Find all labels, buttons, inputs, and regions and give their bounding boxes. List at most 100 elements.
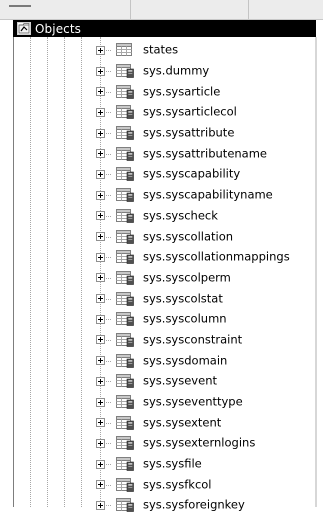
expand-icon[interactable] [96, 232, 105, 242]
expand-icon[interactable] [96, 459, 105, 469]
system-table-icon [116, 436, 134, 451]
tree-item[interactable]: sys.syscolperm [0, 268, 315, 289]
expand-icon[interactable] [96, 356, 105, 366]
expand-icon[interactable] [96, 169, 105, 179]
tree-item-label: sys.dummy [143, 63, 210, 78]
object-tree[interactable]: states sys.dummy sys.sysarticle sys.sysarti… [0, 40, 315, 516]
tree-item[interactable]: sys.syscolumn [0, 309, 315, 330]
tree-item[interactable]: states [0, 40, 315, 61]
tree-item[interactable]: sys.sysextent [0, 412, 315, 433]
expand-icon[interactable] [96, 149, 105, 159]
tree-item[interactable]: sys.syscapabilityname [0, 185, 315, 206]
tree-item[interactable]: sys.sysforeignkey [0, 495, 315, 516]
tree-item-label: sys.syscollation [143, 229, 234, 244]
tree-item-label: sys.syscapabilityname [143, 187, 273, 202]
tree-item-label: sys.syscapability [143, 167, 241, 182]
expand-icon[interactable] [96, 190, 105, 200]
tree-item-label: sys.sysconstraint [143, 332, 243, 347]
expand-icon[interactable] [96, 107, 105, 117]
expand-icon[interactable] [96, 294, 105, 304]
expand-icon[interactable] [96, 273, 105, 283]
tree-item-label: sys.syseventtype [143, 394, 243, 409]
system-table-icon [116, 188, 134, 202]
system-table-icon [116, 105, 134, 120]
expand-icon[interactable] [96, 252, 105, 262]
panel-title: Objects [35, 21, 82, 36]
tree-item[interactable]: sys.syscollationmappings [0, 247, 315, 268]
system-table-icon [116, 64, 134, 78]
tree-item[interactable]: sys.sysexternlogins [0, 433, 315, 454]
tree-item-label: sys.sysextent [143, 415, 222, 430]
tree-item[interactable]: sys.sysarticlecol [0, 102, 315, 123]
expand-icon[interactable] [96, 45, 105, 55]
tree-item-label: sys.syscheck [143, 208, 218, 223]
system-table-icon [116, 374, 134, 389]
system-table-icon [116, 498, 134, 513]
system-table-icon [116, 146, 134, 161]
system-table-icon [116, 332, 134, 347]
system-table-icon [116, 415, 134, 430]
tree-item[interactable]: sys.syscapability [0, 164, 315, 185]
tree-item[interactable]: sys.syscollation [0, 226, 315, 247]
tree-item[interactable]: sys.sysarticle [0, 81, 315, 102]
system-table-icon [116, 291, 134, 306]
tree-item-label: sys.sysfile [143, 456, 202, 471]
system-table-icon [116, 457, 134, 471]
expand-icon[interactable] [96, 211, 105, 221]
tree-item[interactable]: sys.sysconstraint [0, 330, 315, 351]
pane-grip[interactable] [9, 5, 31, 7]
system-table-icon [116, 270, 134, 285]
tree-item[interactable]: sys.sysfile [0, 454, 315, 475]
tree-item-label: sys.sysfkcol [143, 477, 212, 492]
system-table-icon [116, 126, 134, 140]
tree-item[interactable]: sys.syseventtype [0, 392, 315, 413]
system-table-icon [116, 312, 134, 327]
tree-item-label: sys.syscolperm [143, 270, 231, 285]
tree-item[interactable]: sys.syscheck [0, 206, 315, 227]
expand-icon[interactable] [96, 87, 105, 97]
system-table-icon [116, 208, 134, 223]
tree-item-label: sys.sysdomain [143, 353, 228, 368]
system-table-icon [116, 229, 134, 244]
expand-icon[interactable] [96, 314, 105, 324]
tree-item-label: sys.syscollationmappings [143, 249, 290, 264]
toolbar-strip [0, 0, 323, 20]
tree-item-label: sys.sysattribute [143, 125, 235, 140]
tree-item[interactable]: sys.syscolstat [0, 288, 315, 309]
tree-item[interactable]: sys.sysattribute [0, 123, 315, 144]
tree-item-label: sys.sysforeignkey [143, 498, 245, 513]
system-table-icon [116, 353, 134, 368]
tree-border [315, 37, 317, 507]
expand-icon[interactable] [96, 335, 105, 345]
system-table-icon [116, 395, 134, 409]
tree-item[interactable]: sys.sysattributename [0, 143, 315, 164]
expand-icon[interactable] [96, 128, 105, 138]
tree-item[interactable]: sys.sysdomain [0, 350, 315, 371]
tree-item-label: sys.sysexternlogins [143, 436, 256, 451]
tree-item[interactable]: sys.sysfkcol [0, 474, 315, 495]
tree-item-label: sys.sysarticlecol [143, 105, 237, 120]
system-table-icon [116, 84, 134, 99]
system-table-icon [116, 250, 134, 265]
system-table-icon [116, 477, 134, 492]
tree-item-label: sys.sysevent [143, 374, 217, 389]
tree-item-label: sys.syscolstat [143, 291, 223, 306]
expand-icon[interactable] [96, 376, 105, 386]
expand-icon[interactable] [96, 418, 105, 428]
objects-header[interactable]: Objects [13, 20, 316, 37]
expand-icon[interactable] [96, 66, 105, 76]
expand-icon[interactable] [96, 397, 105, 407]
expand-icon[interactable] [96, 500, 105, 510]
toolbar-divider [130, 0, 131, 19]
tree-item-label: sys.sysarticle [143, 84, 221, 99]
tree-item-label: states [143, 43, 179, 58]
toolbar-divider [248, 0, 249, 19]
expand-icon[interactable] [96, 480, 105, 490]
tree-item[interactable]: sys.sysevent [0, 371, 315, 392]
objects-folder-icon [17, 22, 31, 35]
system-table-icon [116, 167, 134, 182]
table-icon [116, 43, 134, 57]
tree-item-label: sys.syscolumn [143, 312, 227, 327]
tree-item[interactable]: sys.dummy [0, 61, 315, 82]
expand-icon[interactable] [96, 438, 105, 448]
